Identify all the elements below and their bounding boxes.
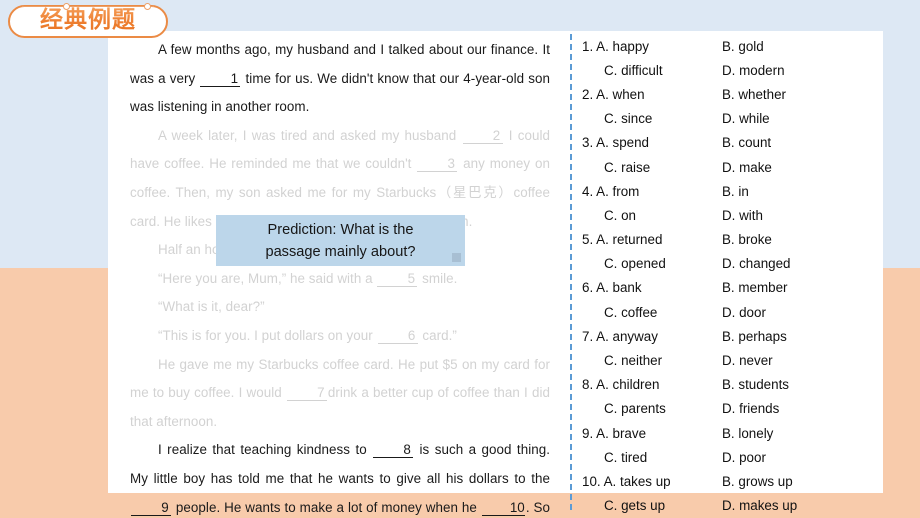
prediction-callout-text: Prediction: What is the passage mainly a… bbox=[265, 221, 416, 260]
option-3-c[interactable]: C. raise bbox=[580, 160, 722, 175]
option-7-b[interactable]: B. perhaps bbox=[722, 329, 864, 344]
option-row: 6. A. bank B. member bbox=[580, 276, 910, 300]
option-9-c[interactable]: C. tired bbox=[580, 450, 722, 465]
option-row: C. since D. while bbox=[580, 107, 910, 131]
option-9-a[interactable]: 9. A. brave bbox=[580, 426, 722, 441]
blank-8[interactable]: 8 bbox=[373, 442, 414, 459]
prediction-callout[interactable]: Prediction: What is the passage mainly a… bbox=[216, 215, 465, 266]
option-8-b[interactable]: B. students bbox=[722, 377, 864, 392]
option-5-a[interactable]: 5. A. returned bbox=[580, 232, 722, 247]
option-5-d[interactable]: D. changed bbox=[722, 256, 864, 271]
options-divider bbox=[570, 34, 572, 510]
title-badge: 经典例题 bbox=[8, 1, 178, 39]
option-5-b[interactable]: B. broke bbox=[722, 232, 864, 247]
passage-text: A few months ago, my husband and I talke… bbox=[130, 36, 550, 518]
option-6-c[interactable]: C. coffee bbox=[580, 305, 722, 320]
option-8-a[interactable]: 8. A. children bbox=[580, 377, 722, 392]
option-4-c[interactable]: C. on bbox=[580, 208, 722, 223]
option-row: C. difficult D. modern bbox=[580, 58, 910, 82]
option-10-a[interactable]: 10. A. takes up bbox=[580, 474, 722, 489]
passage-paragraph: “Here you are, Mum,” he said with a 5 sm… bbox=[158, 270, 458, 287]
blank-6[interactable]: 6 bbox=[377, 328, 418, 344]
option-row: 2. A. when B. whether bbox=[580, 82, 910, 106]
option-10-d[interactable]: D. makes up bbox=[722, 498, 864, 513]
option-row: C. raise D. make bbox=[580, 155, 910, 179]
title-badge-dot-right bbox=[144, 2, 151, 10]
option-1-d[interactable]: D. modern bbox=[722, 63, 864, 78]
title-badge-dot-left bbox=[63, 2, 70, 10]
option-2-a[interactable]: 2. A. when bbox=[580, 87, 722, 102]
option-3-b[interactable]: B. count bbox=[722, 135, 864, 150]
passage-paragraph: A few months ago, my husband and I talke… bbox=[130, 42, 550, 115]
blank-3[interactable]: 3 bbox=[417, 156, 458, 173]
option-7-a[interactable]: 7. A. anyway bbox=[580, 329, 722, 344]
option-row: C. tired D. poor bbox=[580, 445, 910, 469]
option-4-b[interactable]: B. in bbox=[722, 184, 864, 199]
blank-5[interactable]: 5 bbox=[377, 271, 418, 287]
option-6-a[interactable]: 6. A. bank bbox=[580, 280, 722, 295]
option-row: 4. A. from B. in bbox=[580, 179, 910, 203]
option-8-d[interactable]: D. friends bbox=[722, 401, 864, 416]
passage-paragraph: “What is it, dear?” bbox=[158, 299, 265, 315]
option-9-d[interactable]: D. poor bbox=[722, 450, 864, 465]
option-1-c[interactable]: C. difficult bbox=[580, 63, 722, 78]
options-list: 1. A. happy B. gold C. difficult D. modern 2… bbox=[580, 34, 910, 518]
title-badge-label: 经典例题 bbox=[8, 5, 168, 38]
option-2-b[interactable]: B. whether bbox=[722, 87, 864, 102]
option-row: 10. A. takes up B. grows up bbox=[580, 469, 910, 493]
blank-9[interactable]: 9 bbox=[131, 500, 171, 516]
option-row: 7. A. anyway B. perhaps bbox=[580, 324, 910, 348]
option-1-a[interactable]: 1. A. happy bbox=[580, 39, 722, 54]
title-badge-rule bbox=[22, 6, 154, 7]
option-row: C. opened D. changed bbox=[580, 252, 910, 276]
passage-paragraph: I realize that teaching kindness to 8 is… bbox=[130, 442, 550, 516]
option-row: 5. A. returned B. broke bbox=[580, 228, 910, 252]
option-9-b[interactable]: B. lonely bbox=[722, 426, 864, 441]
option-2-d[interactable]: D. while bbox=[722, 111, 864, 126]
option-7-d[interactable]: D. never bbox=[722, 353, 864, 368]
option-row: C. on D. with bbox=[580, 203, 910, 227]
blank-1[interactable]: 1 bbox=[200, 71, 241, 87]
resize-handle-icon[interactable] bbox=[452, 253, 461, 262]
option-row: 8. A. children B. students bbox=[580, 373, 910, 397]
option-3-a[interactable]: 3. A. spend bbox=[580, 135, 722, 150]
option-1-b[interactable]: B. gold bbox=[722, 39, 864, 54]
blank-2[interactable]: 2 bbox=[462, 128, 503, 144]
option-6-d[interactable]: D. door bbox=[722, 305, 864, 320]
blank-10[interactable]: 10 bbox=[481, 500, 525, 516]
option-row: C. coffee D. door bbox=[580, 300, 910, 324]
option-row: C. neither D. never bbox=[580, 348, 910, 372]
option-7-c[interactable]: C. neither bbox=[580, 353, 722, 368]
slide-page: 经典例题 A few months ago, my husband and I … bbox=[0, 0, 920, 518]
option-4-d[interactable]: D. with bbox=[722, 208, 864, 223]
passage-paragraph: “This is for you. I put dollars on your … bbox=[158, 327, 457, 344]
option-5-c[interactable]: C. opened bbox=[580, 256, 722, 271]
option-10-b[interactable]: B. grows up bbox=[722, 474, 864, 489]
option-row: C. gets up D. makes up bbox=[580, 494, 910, 518]
option-row: 9. A. brave B. lonely bbox=[580, 421, 910, 445]
option-6-b[interactable]: B. member bbox=[722, 280, 864, 295]
option-row: 3. A. spend B. count bbox=[580, 131, 910, 155]
passage-paragraph: He gave me my Starbucks coffee card. He … bbox=[130, 356, 550, 429]
option-row: C. parents D. friends bbox=[580, 397, 910, 421]
option-4-a[interactable]: 4. A. from bbox=[580, 184, 722, 199]
blank-7[interactable]: 7 bbox=[286, 385, 327, 402]
option-8-c[interactable]: C. parents bbox=[580, 401, 722, 416]
option-2-c[interactable]: C. since bbox=[580, 111, 722, 126]
option-row: 1. A. happy B. gold bbox=[580, 34, 910, 58]
option-3-d[interactable]: D. make bbox=[722, 160, 864, 175]
option-10-c[interactable]: C. gets up bbox=[580, 498, 722, 513]
